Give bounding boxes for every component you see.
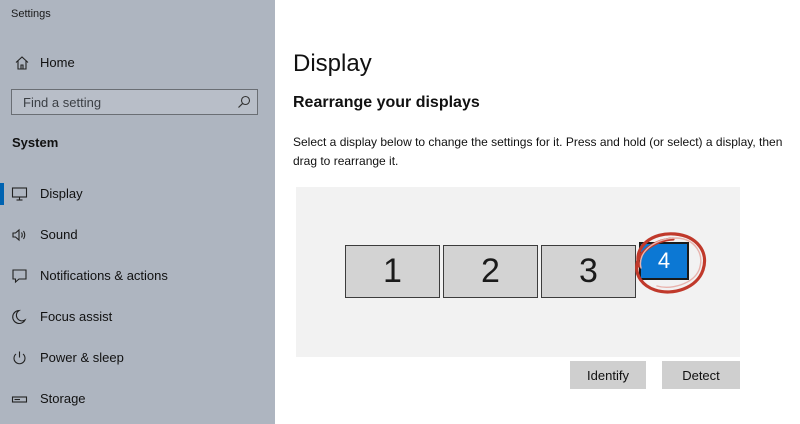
monitor-icon	[11, 187, 28, 201]
search-input[interactable]	[12, 90, 232, 114]
search-box	[11, 89, 258, 115]
display-1[interactable]: 1	[345, 245, 440, 298]
app-title: Settings	[11, 8, 51, 20]
sidebar-item-power-sleep[interactable]: Power & sleep	[0, 345, 275, 371]
power-icon	[13, 351, 26, 365]
section-title: System	[12, 135, 59, 150]
notification-icon	[12, 269, 27, 284]
description-text: Select a display below to change the set…	[293, 135, 783, 168]
home-icon	[15, 56, 29, 70]
sidebar-item-label: Sound	[40, 227, 78, 242]
sidebar-item-notifications[interactable]: Notifications & actions	[0, 263, 275, 289]
moon-icon	[12, 309, 27, 324]
home-nav-item[interactable]: Home	[0, 51, 275, 75]
display-2[interactable]: 2	[443, 245, 538, 298]
home-label: Home	[40, 55, 75, 70]
sidebar-item-label: Focus assist	[40, 309, 113, 324]
speaker-icon	[12, 228, 26, 242]
sidebar-item-label: Storage	[40, 391, 86, 406]
page-title: Display	[293, 50, 372, 77]
storage-icon	[11, 396, 28, 403]
identify-button[interactable]: Identify	[570, 361, 646, 389]
sidebar: Settings Home System Display	[0, 0, 275, 424]
sidebar-item-label: Display	[40, 186, 83, 201]
display-arrangement-panel: 1 2 3 4	[296, 187, 740, 357]
sidebar-item-storage[interactable]: Storage	[0, 386, 275, 412]
display-4[interactable]: 4	[639, 242, 689, 280]
search-icon[interactable]	[237, 95, 251, 109]
sidebar-item-sound[interactable]: Sound	[0, 222, 275, 248]
sidebar-item-focus-assist[interactable]: Focus assist	[0, 304, 275, 330]
section-heading: Rearrange your displays	[293, 94, 480, 111]
detect-button[interactable]: Detect	[662, 361, 740, 389]
display-3[interactable]: 3	[541, 245, 636, 298]
main-content: Display Rearrange your displays Select a…	[275, 0, 800, 424]
sidebar-item-label: Notifications & actions	[40, 268, 168, 283]
sidebar-item-display[interactable]: Display	[0, 181, 275, 207]
sidebar-item-label: Power & sleep	[40, 350, 124, 365]
